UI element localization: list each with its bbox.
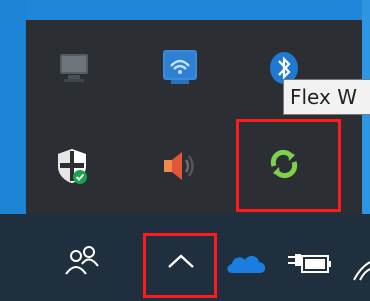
desktop-background bbox=[0, 0, 370, 20]
desktop-background-left bbox=[0, 0, 26, 214]
defender-shield-icon[interactable] bbox=[52, 146, 88, 184]
tray-overflow-panel bbox=[26, 20, 362, 214]
chevron-highlight bbox=[143, 233, 217, 298]
wifi-network-icon[interactable] bbox=[161, 48, 197, 84]
onedrive-cloud-icon[interactable] bbox=[224, 248, 270, 282]
taskbar bbox=[0, 214, 370, 301]
speaker-volume-icon[interactable] bbox=[158, 146, 194, 182]
battery-plug-icon[interactable] bbox=[284, 250, 334, 282]
people-icon[interactable] bbox=[62, 244, 102, 282]
wifi-signal-icon[interactable] bbox=[350, 252, 370, 286]
tray-tooltip: Flex W bbox=[283, 79, 370, 115]
flex-sync-highlight bbox=[236, 119, 341, 212]
monitor-icon[interactable] bbox=[56, 50, 92, 86]
